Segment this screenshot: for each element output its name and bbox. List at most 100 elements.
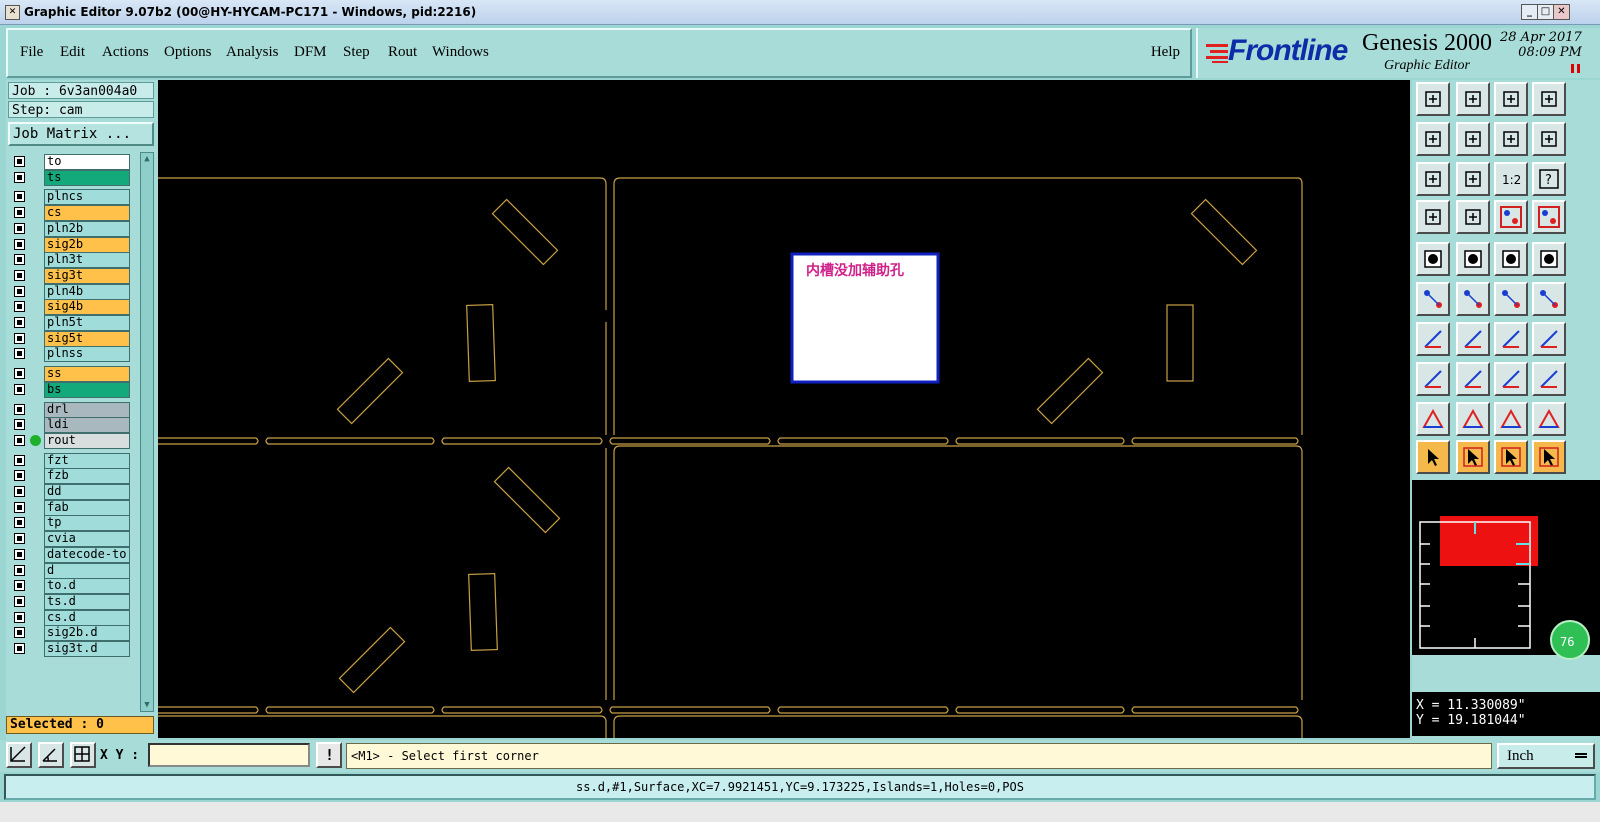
export-button[interactable] <box>1456 122 1490 156</box>
undo-arc-button[interactable] <box>1494 322 1528 356</box>
layer-checkbox[interactable] <box>14 383 25 395</box>
layer-row[interactable]: ldi <box>10 417 132 434</box>
layer-row[interactable]: plnss <box>10 346 132 363</box>
layer-checkbox[interactable] <box>14 301 25 313</box>
layer-name[interactable]: sig3t.d <box>44 641 130 657</box>
layer-row[interactable]: cs <box>10 205 132 222</box>
open-job-button[interactable] <box>1416 82 1450 116</box>
layer-row[interactable]: to <box>10 154 132 170</box>
layer-name[interactable]: plnss <box>44 346 130 363</box>
layer-name[interactable]: to <box>44 154 130 170</box>
layer-name[interactable]: ss <box>44 366 130 383</box>
arch-button[interactable] <box>1494 402 1528 436</box>
arch-wide-button[interactable] <box>1532 402 1566 436</box>
menu-options[interactable]: Options <box>164 44 212 61</box>
ruler-button[interactable] <box>1494 242 1528 276</box>
layer-row[interactable]: pln3t <box>10 252 132 269</box>
menu-dfm[interactable]: DFM <box>294 44 327 61</box>
layer-row[interactable]: datecode-to <box>10 546 132 563</box>
layer-name[interactable]: ldi <box>44 417 130 434</box>
layer-checkbox[interactable] <box>14 368 25 380</box>
select-net-button[interactable] <box>1532 440 1566 474</box>
layer-name[interactable]: sig5t <box>44 330 130 347</box>
layer-checkbox[interactable] <box>14 434 25 446</box>
menu-edit[interactable]: Edit <box>60 44 85 61</box>
layer-name[interactable]: dd <box>44 484 130 500</box>
layer-checkbox[interactable] <box>14 207 25 219</box>
layer-row[interactable]: ss <box>10 366 132 383</box>
alert-button[interactable]: ! <box>316 742 342 768</box>
triangle-button[interactable] <box>1416 402 1450 436</box>
graphic-canvas[interactable]: 内槽没加辅助孔 <box>158 80 1410 738</box>
select-shape-button[interactable] <box>1494 440 1528 474</box>
angle-button[interactable] <box>38 742 64 768</box>
slot-shape[interactable] <box>1036 357 1104 425</box>
layer-row[interactable]: sig5t <box>10 330 132 347</box>
layer-name[interactable]: ts <box>44 169 130 186</box>
minimize-button[interactable]: _ <box>1521 4 1538 20</box>
layer-name[interactable]: fzb <box>44 468 130 485</box>
zoom-vertical-button[interactable] <box>1456 162 1490 196</box>
cut-line-button[interactable] <box>1456 362 1490 396</box>
layer-row[interactable]: to.d <box>10 578 132 595</box>
layer-checkbox[interactable] <box>14 517 25 529</box>
layer-checkbox[interactable] <box>14 238 25 250</box>
layer-name[interactable]: bs <box>44 381 130 398</box>
layer-name[interactable]: sig3t <box>44 267 130 284</box>
layer-checkbox[interactable] <box>14 564 25 576</box>
layer-row[interactable]: bs <box>10 381 132 398</box>
menu-rout[interactable]: Rout <box>388 44 417 61</box>
arrow-up-button[interactable] <box>1456 402 1490 436</box>
layer-checkbox[interactable] <box>14 501 25 513</box>
layer-name[interactable]: pln5t <box>44 315 130 331</box>
window-title-bar[interactable]: ✕ Graphic Editor 9.07b2 (00@HY-HYCAM-PC1… <box>0 0 1600 25</box>
layer-checkbox[interactable] <box>14 533 25 545</box>
layer-row[interactable]: cvia <box>10 531 132 548</box>
group-button[interactable] <box>1532 362 1566 396</box>
layer-row[interactable]: fab <box>10 499 132 516</box>
layer-checkbox[interactable] <box>14 454 25 466</box>
connect-nodes-button[interactable] <box>1416 282 1450 316</box>
layer-checkbox[interactable] <box>14 611 25 623</box>
layer-checkbox[interactable] <box>14 171 25 183</box>
help-query-button[interactable]: ? <box>1532 162 1566 196</box>
job-matrix-button[interactable]: Job Matrix ... <box>8 122 154 146</box>
layer-checkbox[interactable] <box>14 595 25 607</box>
layer-name[interactable]: tp <box>44 515 130 532</box>
mirror-button[interactable] <box>1532 322 1566 356</box>
layer-name[interactable]: ts.d <box>44 593 130 610</box>
layer-row[interactable]: cs.d <box>10 609 132 626</box>
layer-checkbox[interactable] <box>14 156 25 167</box>
menu-file[interactable]: File <box>20 44 43 61</box>
zoom-fit-button[interactable] <box>1416 162 1450 196</box>
layer-name[interactable]: to.d <box>44 578 130 595</box>
snapshot-button[interactable] <box>1416 242 1450 276</box>
layer-name[interactable]: d <box>44 562 130 579</box>
layer-row[interactable]: sig4b <box>10 299 132 316</box>
add-point-button[interactable] <box>1532 282 1566 316</box>
save-button[interactable] <box>1456 82 1490 116</box>
layer-name[interactable]: fzt <box>44 452 130 469</box>
layer-name[interactable]: pln3t <box>44 252 130 269</box>
measure-3d-button[interactable] <box>1456 242 1490 276</box>
layer-name[interactable]: pln4b <box>44 283 130 300</box>
layer-row[interactable]: drl <box>10 401 132 418</box>
layer-name[interactable]: sig2b <box>44 236 130 253</box>
layer-row[interactable]: fzt <box>10 452 132 469</box>
layer-row[interactable]: rout <box>10 432 132 449</box>
layer-scrollbar[interactable]: ▲ ▼ <box>140 152 154 712</box>
layer-row[interactable]: tp <box>10 515 132 532</box>
delete-node-button[interactable] <box>1456 282 1490 316</box>
layer-row[interactable]: sig3t.d <box>10 641 132 657</box>
swap-button[interactable] <box>1494 122 1528 156</box>
menu-windows[interactable]: Windows <box>432 44 489 61</box>
layer-name[interactable]: plncs <box>44 189 130 206</box>
slot-shape[interactable] <box>466 303 496 383</box>
layer-checkbox[interactable] <box>14 348 25 360</box>
layer-name[interactable]: sig4b <box>44 299 130 316</box>
maximize-button[interactable]: □ <box>1537 4 1554 20</box>
board-outline-drawing[interactable] <box>158 80 1410 738</box>
net-highlight-button[interactable] <box>1532 200 1566 234</box>
unit-selector[interactable]: Inch <box>1497 743 1595 769</box>
layer-settings-button[interactable] <box>1416 200 1450 234</box>
